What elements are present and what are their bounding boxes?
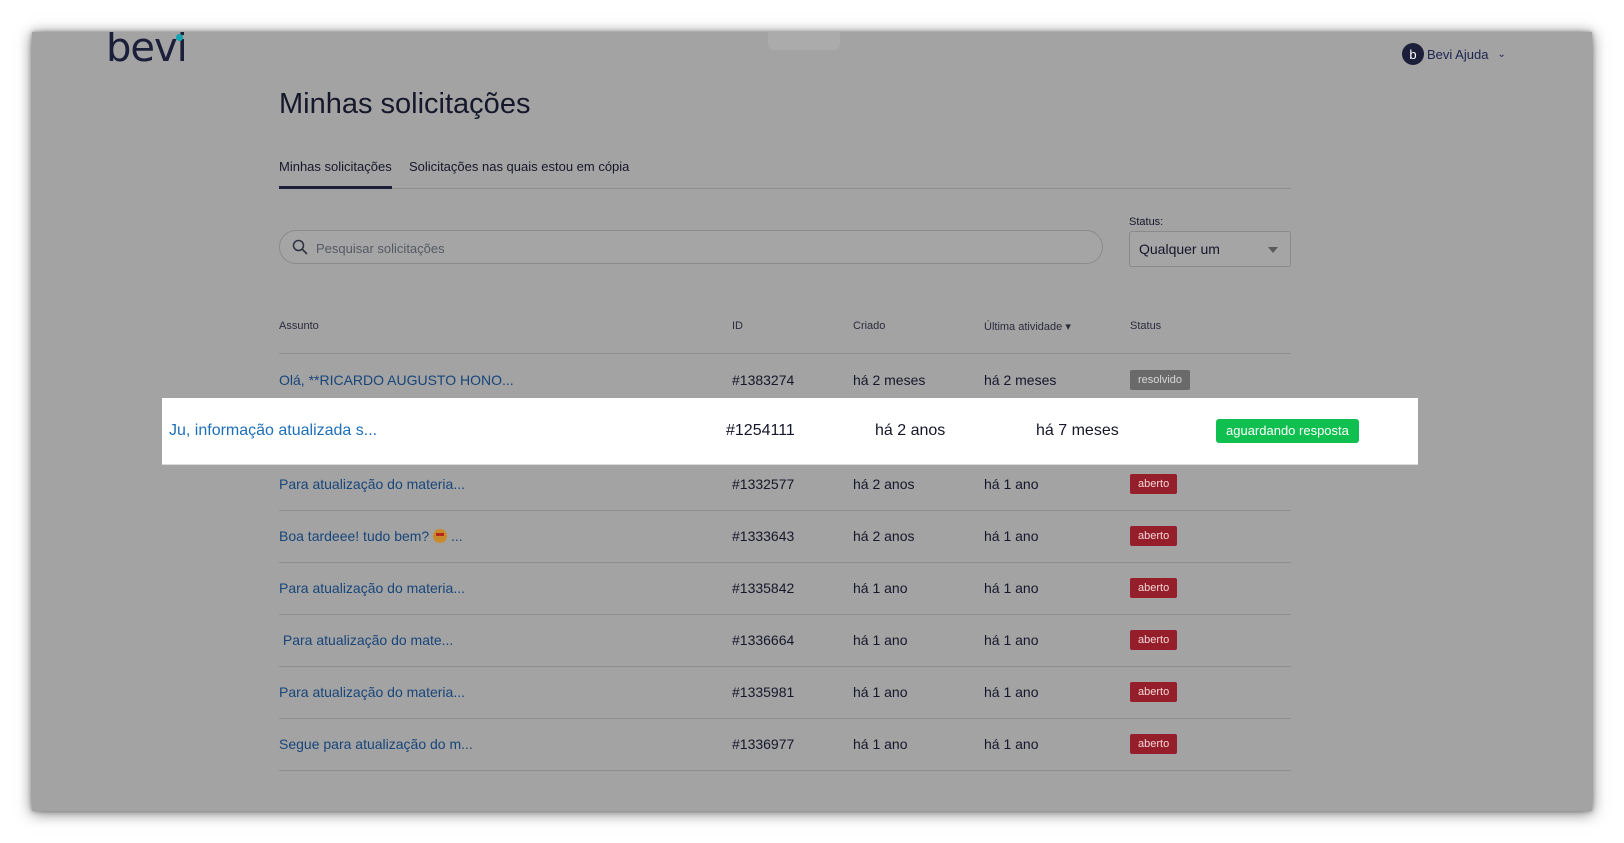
row-last-activity: há 1 ano bbox=[984, 528, 1039, 544]
dimmed-page: bevi b Bevi Ajuda ⌄ Minhas solicitações … bbox=[32, 32, 1592, 811]
bevi-logo[interactable]: bevi bbox=[106, 32, 188, 71]
row-subject-link[interactable]: Ju, informação atualizada s... bbox=[169, 422, 377, 440]
row-id: #1336977 bbox=[732, 736, 795, 752]
status-badge: aberto bbox=[1130, 630, 1178, 650]
status-badge: aberto bbox=[1130, 734, 1178, 754]
stage: bevi b Bevi Ajuda ⌄ Minhas solicitações … bbox=[0, 0, 1624, 843]
star-struck-emoji-icon bbox=[433, 529, 448, 543]
column-status: Status bbox=[1130, 320, 1162, 332]
search-box[interactable] bbox=[279, 230, 1103, 264]
user-name: Bevi Ajuda bbox=[1427, 46, 1489, 62]
row-last-activity: há 1 ano bbox=[984, 476, 1039, 492]
column-id: ID bbox=[732, 320, 743, 332]
search-input[interactable] bbox=[314, 235, 1078, 261]
status-badge: aberto bbox=[1130, 682, 1178, 702]
column-subject: Assunto bbox=[279, 320, 319, 332]
row-subject-link[interactable]: Segue para atualização do m... bbox=[279, 736, 473, 752]
row-id: #1383274 bbox=[732, 372, 795, 388]
status-filter-label: Status: bbox=[1129, 216, 1164, 228]
row-subject-link[interactable]: Para atualização do mate... bbox=[279, 632, 453, 648]
row-created: há 2 anos bbox=[853, 476, 915, 492]
tab-cc-requests[interactable]: Solicitações nas quais estou em cópia bbox=[409, 159, 629, 174]
status-badge: aguardando resposta bbox=[1216, 419, 1359, 443]
row-created: há 2 anos bbox=[875, 422, 946, 439]
page-title: Minhas solicitações bbox=[279, 88, 531, 120]
status-badge: aberto bbox=[1130, 526, 1178, 546]
status-badge: aberto bbox=[1130, 578, 1178, 598]
highlighted-table-row[interactable]: Ju, informação atualizada s... #1254111 … bbox=[162, 398, 1418, 465]
column-created: Criado bbox=[853, 320, 886, 332]
row-last-activity: há 1 ano bbox=[984, 684, 1039, 700]
row-subject-suffix: ... bbox=[451, 528, 463, 544]
row-id: #1335981 bbox=[732, 684, 795, 700]
row-created: há 1 ano bbox=[853, 580, 908, 596]
row-created: há 1 ano bbox=[853, 632, 908, 648]
row-last-activity: há 1 ano bbox=[984, 632, 1039, 648]
table-row: Para atualização do materia... #1335842 … bbox=[279, 562, 1291, 615]
row-last-activity: há 2 meses bbox=[984, 372, 1057, 388]
row-subject-link[interactable]: Boa tardeee! tudo bem? ... bbox=[279, 528, 463, 544]
row-id: #1254111 bbox=[726, 422, 795, 439]
table-row: Para atualização do materia... #1332577 … bbox=[279, 458, 1291, 511]
row-subject-link[interactable]: Para atualização do materia... bbox=[279, 476, 465, 492]
table-row: Segue para atualização do m... #1336977 … bbox=[279, 718, 1291, 771]
row-last-activity: há 7 meses bbox=[1036, 422, 1119, 439]
search-icon bbox=[292, 239, 308, 255]
tab-my-requests[interactable]: Minhas solicitações bbox=[279, 159, 392, 189]
status-filter-select[interactable]: Qualquer um bbox=[1129, 231, 1291, 267]
column-last-activity[interactable]: Última atividade ▾ bbox=[984, 320, 1071, 333]
table-header: Assunto ID Criado Última atividade ▾ Sta… bbox=[279, 320, 1291, 354]
logo-accent-dot bbox=[175, 34, 183, 41]
row-subject-link[interactable]: Olá, **RICARDO AUGUSTO HONO... bbox=[279, 372, 514, 388]
avatar: b bbox=[1402, 43, 1424, 65]
status-badge: resolvido bbox=[1130, 370, 1191, 390]
row-subject-text: Boa tardeee! tudo bem? bbox=[279, 528, 430, 544]
row-subject-link[interactable]: Para atualização do materia... bbox=[279, 684, 465, 700]
row-last-activity: há 1 ano bbox=[984, 736, 1039, 752]
tab-bar: Minhas solicitações Solicitações nas qua… bbox=[279, 156, 1291, 189]
row-id: #1332577 bbox=[732, 476, 795, 492]
row-id: #1335842 bbox=[732, 580, 795, 596]
row-created: há 1 ano bbox=[853, 736, 908, 752]
row-last-activity: há 1 ano bbox=[984, 580, 1039, 596]
row-id: #1336664 bbox=[732, 632, 795, 648]
top-tab-handle bbox=[768, 32, 840, 50]
row-created: há 2 anos bbox=[853, 528, 915, 544]
user-menu[interactable]: b Bevi Ajuda ⌄ bbox=[1402, 43, 1506, 65]
row-created: há 2 meses bbox=[853, 372, 926, 388]
dropdown-caret-icon bbox=[1268, 247, 1278, 253]
table-row: Para atualização do materia... #1335981 … bbox=[279, 666, 1291, 719]
row-id: #1333643 bbox=[732, 528, 795, 544]
logo-text: bevi bbox=[106, 32, 188, 71]
table-row: Para atualização do mate... #1336664 há … bbox=[279, 614, 1291, 667]
row-created: há 1 ano bbox=[853, 684, 908, 700]
row-subject-link[interactable]: Para atualização do materia... bbox=[279, 580, 465, 596]
table-row: Boa tardeee! tudo bem? ... #1333643 há 2… bbox=[279, 510, 1291, 563]
status-badge: aberto bbox=[1130, 474, 1178, 494]
status-filter-value: Qualquer um bbox=[1139, 241, 1220, 257]
chevron-down-icon: ⌄ bbox=[1497, 48, 1506, 60]
